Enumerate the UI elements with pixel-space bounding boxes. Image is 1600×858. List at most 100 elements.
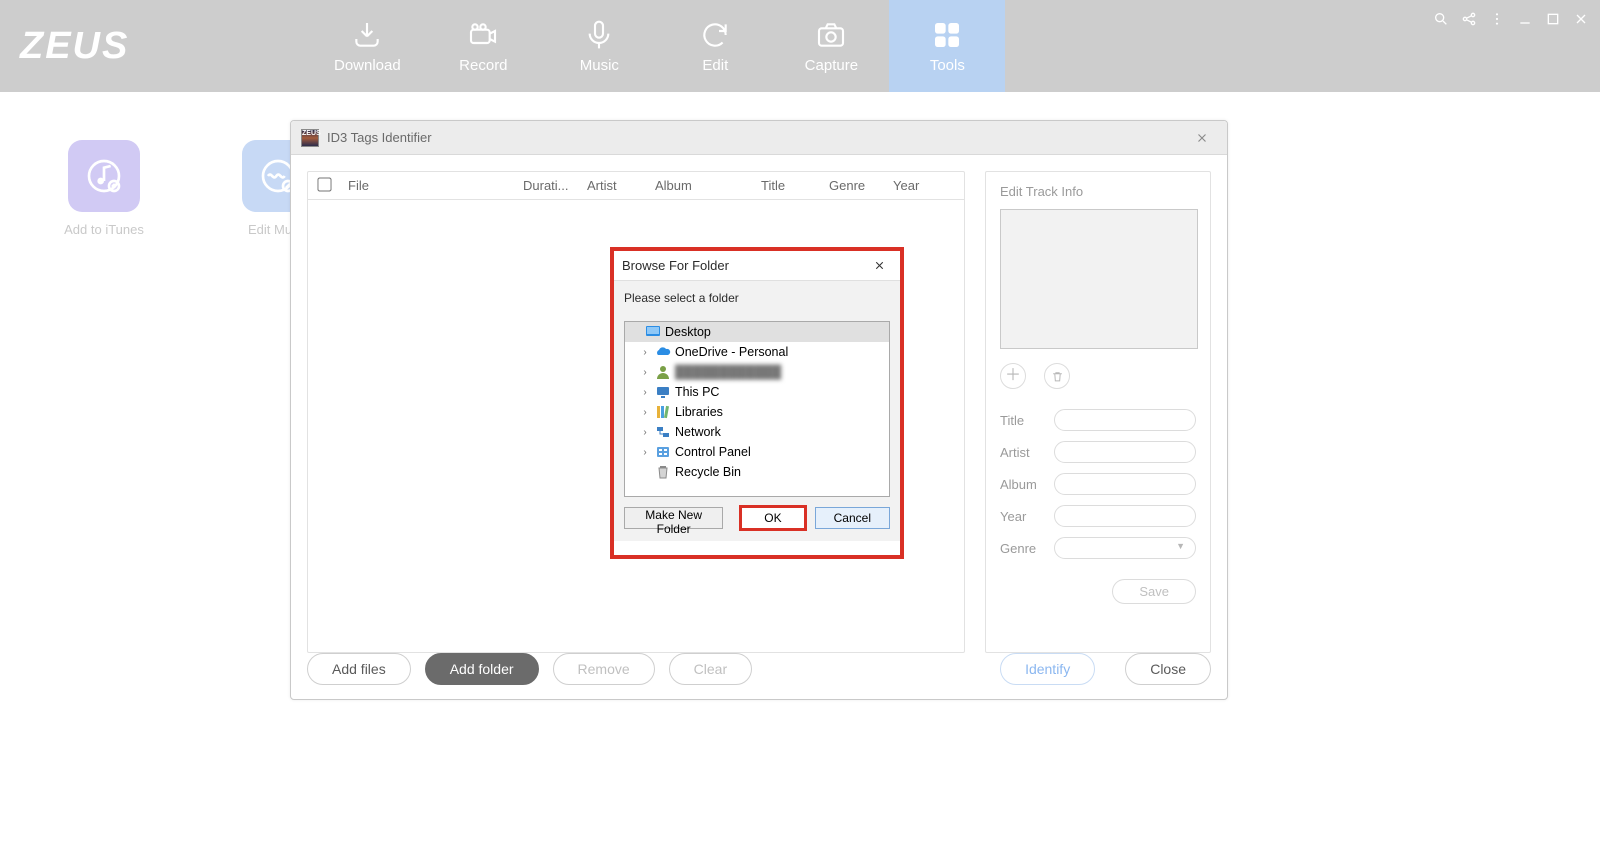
header-file[interactable]: File <box>348 178 523 193</box>
trash-icon <box>1051 370 1064 383</box>
album-art-box[interactable] <box>1000 209 1198 349</box>
header-genre[interactable]: Genre <box>829 178 893 193</box>
header-title[interactable]: Title <box>761 178 829 193</box>
main-nav: Download Record Music Edit Capture <box>309 0 1005 92</box>
tools-grid-icon <box>931 19 963 51</box>
window-controls <box>1432 10 1590 28</box>
tree-label: Control Panel <box>675 445 751 459</box>
input-title[interactable] <box>1054 409 1196 431</box>
expand-arrow-icon[interactable]: › <box>639 347 651 358</box>
close-icon[interactable] <box>1572 10 1590 28</box>
header-year[interactable]: Year <box>893 178 943 193</box>
maximize-icon[interactable] <box>1544 10 1562 28</box>
tree-label: Recycle Bin <box>675 465 741 479</box>
expand-arrow-icon[interactable]: › <box>639 387 651 398</box>
nav-download[interactable]: Download <box>309 0 425 92</box>
nav-record[interactable]: Record <box>425 0 541 92</box>
this-pc-icon <box>655 384 671 400</box>
plus-icon: ＋ <box>1005 368 1021 384</box>
onedrive-icon <box>655 344 671 360</box>
tree-item-recycle-bin[interactable]: Recycle Bin <box>625 462 889 482</box>
nav-music[interactable]: Music <box>541 0 657 92</box>
microphone-icon <box>583 19 615 51</box>
folder-dialog-prompt: Please select a folder <box>614 281 900 321</box>
tree-label: Libraries <box>675 405 723 419</box>
label-album: Album <box>1000 477 1054 492</box>
tree-item-desktop[interactable]: Desktop <box>625 322 889 342</box>
cancel-button[interactable]: Cancel <box>815 507 890 529</box>
tree-label: ████████████ <box>675 365 781 379</box>
header-artist[interactable]: Artist <box>587 178 655 193</box>
recycle-bin-icon <box>655 464 671 480</box>
libraries-icon <box>655 404 671 420</box>
edit-panel-title: Edit Track Info <box>1000 184 1196 199</box>
tree-item-this-pc[interactable]: › This PC <box>625 382 889 402</box>
share-icon[interactable] <box>1460 10 1478 28</box>
header-album[interactable]: Album <box>655 178 761 193</box>
nav-label: Record <box>459 57 507 74</box>
nav-label: Capture <box>805 57 858 74</box>
ok-button[interactable]: OK <box>739 505 806 531</box>
folder-tree[interactable]: Desktop › OneDrive - Personal › ████████… <box>624 321 890 497</box>
folder-dialog-titlebar[interactable]: Browse For Folder <box>614 251 900 281</box>
add-files-button[interactable]: Add files <box>307 653 411 685</box>
track-list-header: File Durati... Artist Album Title Genre … <box>308 172 964 200</box>
input-album[interactable] <box>1054 473 1196 495</box>
nav-capture[interactable]: Capture <box>773 0 889 92</box>
tree-label: Desktop <box>665 325 711 339</box>
make-new-folder-button[interactable]: Make New Folder <box>624 507 723 529</box>
nav-edit[interactable]: Edit <box>657 0 773 92</box>
tree-label: Network <box>675 425 721 439</box>
tree-item-network[interactable]: › Network <box>625 422 889 442</box>
id3-close-button[interactable] <box>1187 127 1217 149</box>
download-icon <box>351 19 383 51</box>
identify-button[interactable]: Identify <box>1000 653 1095 685</box>
tree-item-user[interactable]: › ████████████ <box>625 362 889 382</box>
header-duration[interactable]: Durati... <box>523 178 587 193</box>
label-title: Title <box>1000 413 1054 428</box>
nav-label: Tools <box>930 57 965 74</box>
search-icon[interactable] <box>1432 10 1450 28</box>
minimize-icon[interactable] <box>1516 10 1534 28</box>
record-icon <box>467 19 499 51</box>
add-folder-button[interactable]: Add folder <box>425 653 539 685</box>
folder-dialog-close-button[interactable] <box>866 255 892 277</box>
app-logo: ZEUS <box>20 25 129 68</box>
label-artist: Artist <box>1000 445 1054 460</box>
expand-arrow-icon[interactable]: › <box>639 407 651 418</box>
tree-label: This PC <box>675 385 719 399</box>
expand-arrow-icon[interactable]: › <box>639 367 651 378</box>
id3-bottom-buttons: Add files Add folder Remove Clear Identi… <box>307 653 1211 685</box>
tree-item-control-panel[interactable]: › Control Panel <box>625 442 889 462</box>
remove-button[interactable]: Remove <box>553 653 655 685</box>
control-panel-icon <box>655 444 671 460</box>
folder-dialog-buttons: Make New Folder OK Cancel <box>624 505 890 531</box>
input-artist[interactable] <box>1054 441 1196 463</box>
label-year: Year <box>1000 509 1054 524</box>
itunes-tile-icon <box>68 140 140 212</box>
tile-add-to-itunes[interactable]: Add to iTunes <box>48 140 160 237</box>
menu-icon[interactable] <box>1488 10 1506 28</box>
expand-arrow-icon[interactable]: › <box>639 427 651 438</box>
id3-titlebar[interactable]: ZEUS ID3 Tags Identifier <box>291 121 1227 155</box>
desktop-icon <box>645 324 661 340</box>
edit-track-panel: Edit Track Info ＋ Title Artist Album Yea… <box>985 171 1211 653</box>
network-icon <box>655 424 671 440</box>
tree-label: OneDrive - Personal <box>675 345 788 359</box>
save-button[interactable]: Save <box>1112 579 1196 604</box>
expand-arrow-icon[interactable]: › <box>639 447 651 458</box>
zeus-small-icon: ZEUS <box>301 129 319 147</box>
input-year[interactable] <box>1054 505 1196 527</box>
nav-tools[interactable]: Tools <box>889 0 1005 92</box>
nav-label: Edit <box>702 57 728 74</box>
clear-button[interactable]: Clear <box>669 653 752 685</box>
label-genre: Genre <box>1000 541 1054 556</box>
select-all-checkbox[interactable] <box>317 177 331 191</box>
add-art-button[interactable]: ＋ <box>1000 363 1026 389</box>
folder-dialog-title: Browse For Folder <box>622 258 729 273</box>
close-button[interactable]: Close <box>1125 653 1211 685</box>
delete-art-button[interactable] <box>1044 363 1070 389</box>
tree-item-onedrive[interactable]: › OneDrive - Personal <box>625 342 889 362</box>
select-genre[interactable] <box>1054 537 1196 559</box>
tree-item-libraries[interactable]: › Libraries <box>625 402 889 422</box>
